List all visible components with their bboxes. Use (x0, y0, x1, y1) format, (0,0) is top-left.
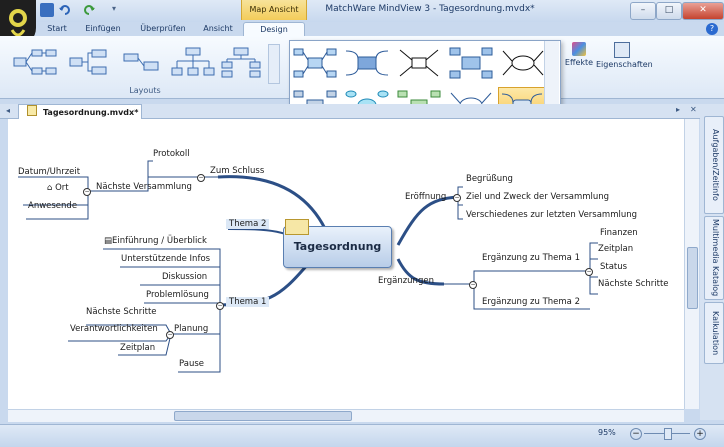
node-zeitplan-left[interactable]: Zeitplan (120, 343, 155, 353)
close-button[interactable]: ✕ (682, 2, 724, 20)
node-ort[interactable]: ⌂ Ort (47, 183, 69, 193)
tab-ueberpruefen[interactable]: Überprüfen (134, 22, 192, 36)
tab-scroll-right-icon[interactable]: ▸ (676, 105, 680, 114)
branch-zum-schluss[interactable]: Zum Schluss (210, 166, 264, 176)
effects-button[interactable]: Effekte (564, 42, 594, 67)
tab-start[interactable]: Start (40, 22, 74, 36)
collapse-toggle-icon[interactable]: − (83, 188, 91, 196)
collapse-toggle-icon[interactable]: − (469, 281, 477, 289)
node-finanzen[interactable]: Finanzen (600, 228, 638, 238)
branch-thema2[interactable]: Thema 2 (226, 219, 270, 229)
layout-mindmap-button[interactable] (12, 46, 58, 78)
layout-topdown-button[interactable] (170, 46, 216, 78)
maximize-button[interactable]: □ (656, 2, 682, 20)
branch-ergaenzungen[interactable]: Ergänzungen (378, 276, 434, 286)
node-einfuehrung-label: Einführung / Überblick (112, 236, 207, 246)
node-ergaenzung1[interactable]: Ergänzung zu Thema 1 (482, 253, 580, 263)
layout-right-button[interactable] (66, 46, 112, 78)
presentation-icon: ▤ (104, 236, 113, 246)
document-icon (27, 105, 37, 116)
node-unterstuetzende[interactable]: Unterstützende Infos (121, 254, 210, 264)
style-option-3[interactable] (396, 45, 442, 81)
zoom-slider-thumb[interactable] (664, 428, 672, 440)
tab-scroll-left-icon[interactable]: ◂ (6, 106, 10, 115)
node-naechste-schritte-left[interactable]: Nächste Schritte (86, 307, 157, 317)
zoom-level: 95% (598, 428, 616, 437)
zoom-in-icon[interactable]: + (694, 428, 706, 440)
style-option-2[interactable] (344, 45, 390, 81)
properties-button[interactable]: Eigenschaften (596, 42, 653, 69)
horizontal-scrollbar[interactable] (8, 409, 684, 422)
node-begruessung[interactable]: Begrüßung (466, 174, 513, 184)
vertical-scroll-thumb[interactable] (687, 247, 698, 309)
help-icon[interactable]: ? (706, 23, 718, 35)
properties-icon (614, 42, 630, 58)
collapse-toggle-icon[interactable]: − (166, 331, 174, 339)
folder-icon (285, 219, 309, 235)
node-diskussion[interactable]: Diskussion (162, 272, 207, 282)
collapse-toggle-icon[interactable]: − (453, 194, 461, 202)
node-naechste-versammlung[interactable]: Nächste Versammlung (96, 182, 192, 192)
collapse-toggle-icon[interactable]: − (216, 302, 224, 310)
node-ziel[interactable]: Ziel und Zweck der Versammlung (466, 192, 609, 202)
vertical-scrollbar[interactable] (684, 119, 699, 409)
layout-orgchart-button[interactable] (220, 46, 266, 78)
node-pause[interactable]: Pause (179, 359, 204, 369)
side-tab-aufgaben[interactable]: Aufgaben/Zeitinfo (704, 116, 724, 214)
node-datum[interactable]: Datum/Uhrzeit (18, 167, 80, 177)
house-icon: ⌂ (47, 183, 53, 193)
layouts-group-label: Layouts (129, 86, 161, 95)
document-tab-label: Tagesordnung.mvdx* (43, 108, 139, 117)
undo-icon[interactable] (58, 3, 72, 17)
minimize-button[interactable]: – (630, 2, 656, 20)
qat-customize-icon[interactable]: ▾ (112, 4, 116, 13)
layouts-scroll[interactable] (268, 44, 280, 84)
collapse-toggle-icon[interactable]: − (197, 174, 205, 182)
node-status[interactable]: Status (600, 262, 627, 272)
tab-ansicht[interactable]: Ansicht (198, 22, 238, 36)
branch-eroeffnung[interactable]: Eröffnung (405, 192, 446, 202)
style-option-5[interactable] (500, 45, 546, 81)
node-planung[interactable]: Planung (174, 324, 208, 334)
document-tab[interactable]: Tagesordnung.mvdx* (18, 104, 142, 119)
style-option-1[interactable] (292, 45, 338, 81)
layout-left-button[interactable] (118, 46, 164, 78)
node-naechste-schritte-right[interactable]: Nächste Schritte (598, 279, 669, 289)
map-view-context-title: Map Ansicht (241, 0, 307, 20)
horizontal-scroll-thumb[interactable] (174, 411, 352, 421)
tab-einfuegen[interactable]: Einfügen (78, 22, 128, 36)
style-option-4[interactable] (448, 45, 494, 81)
zoom-out-icon[interactable]: − (630, 428, 642, 440)
node-verantwortlichkeiten[interactable]: Verantwortlichkeiten (70, 324, 158, 334)
doc-close-icon[interactable]: ✕ (690, 105, 697, 114)
collapse-toggle-icon[interactable]: − (585, 268, 593, 276)
node-einfuehrung[interactable]: ▤Einführung / Überblick (104, 236, 207, 246)
node-zeitplan-right[interactable]: Zeitplan (598, 244, 633, 254)
node-anwesende[interactable]: Anwesende (28, 201, 77, 211)
node-ort-label: Ort (55, 183, 69, 193)
window-title: MatchWare MindView 3 - Tagesordnung.mvdx… (325, 4, 535, 14)
side-tab-multimedia[interactable]: Multimedia Katalog (704, 216, 724, 300)
effects-icon (572, 42, 586, 56)
branch-thema1[interactable]: Thema 1 (226, 297, 270, 307)
redo-icon[interactable] (82, 3, 96, 17)
node-problemloesung[interactable]: Problemlösung (146, 290, 209, 300)
save-icon[interactable] (40, 3, 54, 17)
node-verschiedenes[interactable]: Verschiedenes zur letzten Versammlung (466, 210, 637, 220)
properties-label: Eigenschaften (596, 60, 653, 69)
side-tab-kalkulation[interactable]: Kalkulation (704, 302, 724, 364)
node-protokoll[interactable]: Protokoll (153, 149, 190, 159)
node-ergaenzung2[interactable]: Ergänzung zu Thema 2 (482, 297, 580, 307)
effects-label: Effekte (564, 58, 594, 67)
